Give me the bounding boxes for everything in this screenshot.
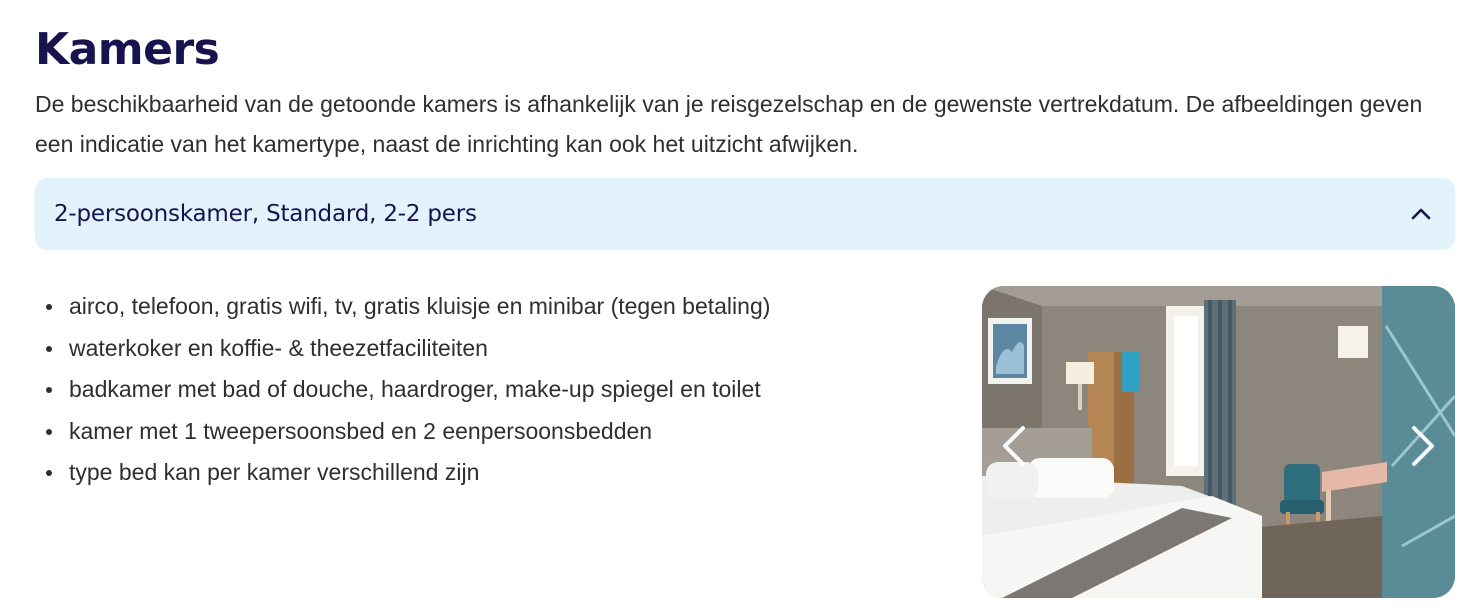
list-item: type bed kan per kamer verschillend zijn: [35, 452, 935, 494]
list-item: badkamer met bad of douche, haardroger, …: [35, 369, 935, 411]
list-item: kamer met 1 tweepersoonsbed en 2 eenpers…: [35, 411, 935, 453]
room-photo-carousel[interactable]: [982, 286, 1455, 598]
bullet-icon: [46, 387, 52, 393]
feature-text: kamer met 1 tweepersoonsbed en 2 eenpers…: [69, 417, 653, 444]
bullet-icon: [46, 304, 52, 310]
list-item: airco, telefoon, gratis wifi, tv, gratis…: [35, 286, 935, 328]
section-intro: De beschikbaarheid van de getoonde kamer…: [35, 91, 1423, 157]
chevron-up-icon[interactable]: [1407, 200, 1435, 228]
bullet-icon: [46, 345, 52, 352]
carousel-prev-button[interactable]: [994, 422, 1034, 470]
feature-text: airco, telefoon, gratis wifi, tv, gratis…: [69, 293, 771, 319]
bullet-icon: [46, 428, 52, 435]
bullet-icon: [46, 470, 52, 476]
feature-text: waterkoker en koffie- & theezetfacilitei…: [69, 334, 488, 361]
section-title: Kamers: [35, 24, 220, 75]
room-accordion-header[interactable]: 2-persoonskamer, Standard, 2-2 pers: [35, 178, 1455, 250]
chevron-left-icon: [1003, 426, 1025, 466]
list-item: waterkoker en koffie- & theezetfacilitei…: [35, 328, 935, 370]
carousel-next-button[interactable]: [1403, 422, 1443, 470]
room-title: 2-persoonskamer, Standard, 2-2 pers: [54, 201, 477, 227]
room-photo: [982, 286, 1455, 598]
feature-text: badkamer met bad of douche, haardroger, …: [69, 376, 761, 402]
feature-text: type bed kan per kamer verschillend zijn: [69, 459, 480, 485]
room-features-list: airco, telefoon, gratis wifi, tv, gratis…: [35, 286, 935, 494]
chevron-right-icon: [1412, 426, 1434, 466]
